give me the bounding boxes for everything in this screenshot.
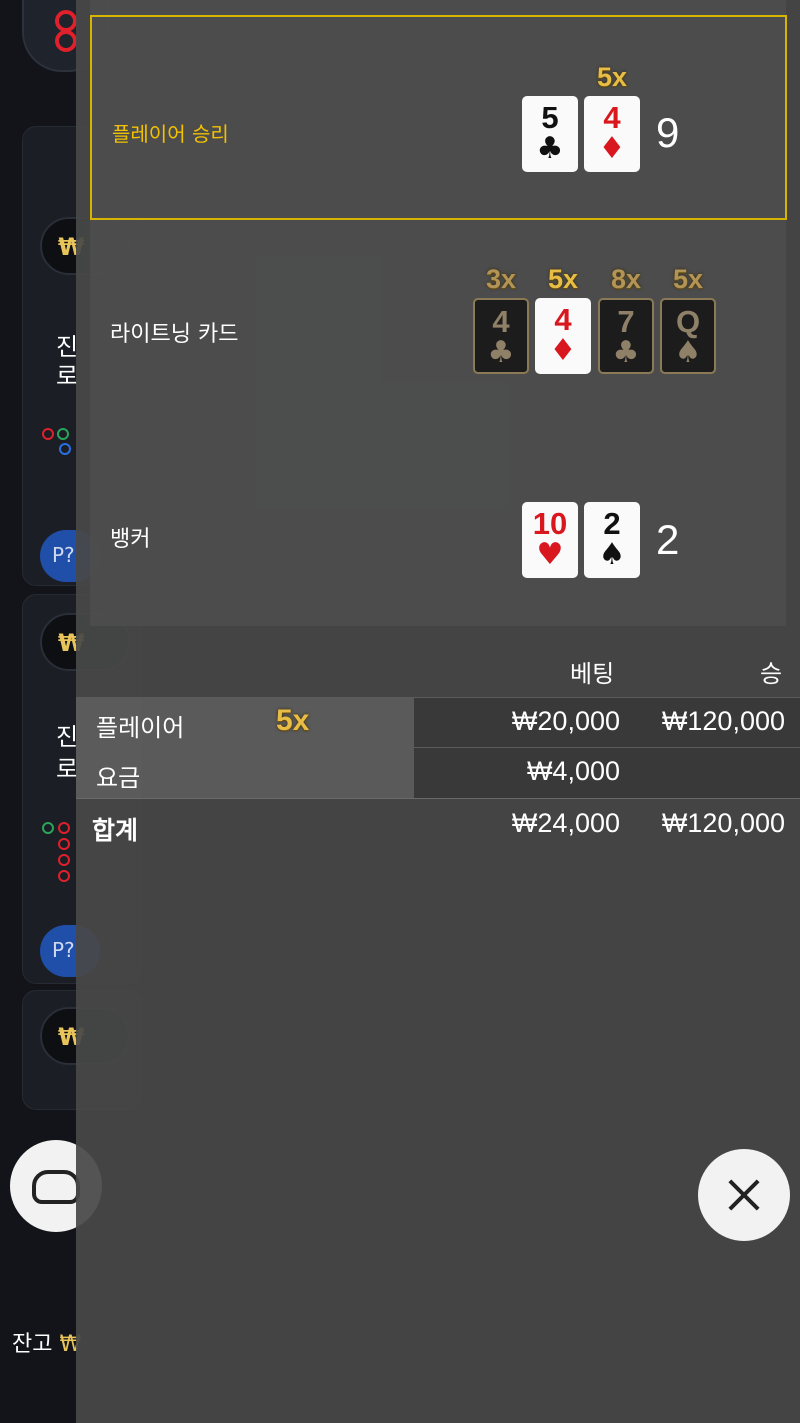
bet-name-cell: 요금 bbox=[76, 748, 414, 798]
road-dot bbox=[57, 428, 69, 440]
card-multiplier: 8x bbox=[610, 264, 642, 294]
close-button[interactable] bbox=[698, 1149, 790, 1241]
club-icon: ♣ bbox=[612, 335, 640, 370]
card-rank: 5 bbox=[541, 100, 559, 135]
road-dot bbox=[58, 822, 70, 834]
balance: 잔고 ₩ bbox=[12, 1326, 81, 1358]
card-multiplier: 5x bbox=[547, 264, 579, 294]
table-row: 요금 ₩4,000 bbox=[76, 747, 800, 798]
club-icon: ♣ bbox=[536, 131, 564, 166]
spade-icon: ♠ bbox=[598, 537, 626, 572]
lightning-cards-label: 라이트닝 카드 bbox=[110, 322, 239, 347]
road-dot bbox=[59, 443, 71, 455]
club-icon: ♣ bbox=[487, 335, 515, 370]
bet-name: 요금 bbox=[96, 764, 141, 792]
road-dot bbox=[42, 428, 54, 440]
card-rank: 2 bbox=[603, 506, 621, 541]
column-header-bet: 베팅 bbox=[570, 660, 615, 688]
lightning-card: Q ♠ bbox=[660, 298, 716, 374]
card-multiplier: 3x bbox=[485, 264, 517, 294]
card-rank: 4 bbox=[603, 100, 621, 135]
road-dot bbox=[58, 854, 70, 866]
lightning-cards-row: 라이트닝 카드 3x 4 ♣ 5x 4 ♦ 8x 7 ♣ 5x Q ♠ bbox=[90, 240, 787, 400]
side-text: 로 bbox=[56, 755, 79, 783]
total-row: 합계 ₩24,000 ₩120,000 bbox=[76, 798, 800, 850]
banker-total: 2 bbox=[656, 516, 680, 563]
heart-icon: ♥ bbox=[536, 537, 564, 572]
card-multiplier: 5x bbox=[672, 264, 704, 294]
card-rank: 7 bbox=[617, 304, 635, 339]
bet-multiplier: 5x bbox=[276, 704, 310, 737]
banker-row: 뱅커 10 ♥ 2 ♠ 2 bbox=[90, 480, 787, 600]
card-rank: 10 bbox=[532, 506, 568, 541]
card-multiplier: 5x bbox=[596, 62, 628, 92]
road-dot bbox=[58, 838, 70, 850]
bets-table-header: 베팅 승 bbox=[76, 640, 800, 696]
total-win: ₩120,000 bbox=[661, 808, 785, 838]
bet-amount: ₩4,000 bbox=[526, 756, 620, 786]
total-bet: ₩24,000 bbox=[511, 808, 620, 838]
card-rank: Q bbox=[675, 304, 701, 339]
bet-name: 플레이어 bbox=[96, 714, 185, 742]
side-text: 로 bbox=[56, 362, 79, 390]
player-win-row: 플레이어 승리 5 ♣ 5x 4 ♦ 9 bbox=[90, 15, 787, 220]
road-dot bbox=[58, 870, 70, 882]
banker-label: 뱅커 bbox=[110, 527, 151, 552]
lightning-card: 4 ♦ bbox=[535, 298, 591, 374]
card-rank: 4 bbox=[554, 302, 572, 337]
table-row: 플레이어 5x ₩20,000 ₩120,000 bbox=[76, 697, 800, 748]
playing-card: 4 ♦ bbox=[584, 96, 640, 172]
lightning-card: 7 ♣ bbox=[598, 298, 654, 374]
bet-name-cell: 플레이어 5x bbox=[76, 698, 414, 748]
player-total: 9 bbox=[656, 109, 680, 156]
player-win-label: 플레이어 승리 bbox=[112, 122, 229, 146]
playing-card: 2 ♠ bbox=[584, 502, 640, 578]
spade-icon: ♠ bbox=[674, 335, 702, 370]
lightning-card: 4 ♣ bbox=[473, 298, 529, 374]
road-dot bbox=[42, 822, 54, 834]
table-icon bbox=[32, 1170, 80, 1204]
card-rank: 4 bbox=[492, 304, 510, 339]
diamond-icon: ♦ bbox=[549, 333, 577, 368]
total-label: 합계 bbox=[92, 816, 139, 845]
balance-label: 잔고 bbox=[12, 1332, 53, 1357]
column-header-win: 승 bbox=[760, 660, 783, 688]
win-amount: ₩120,000 bbox=[661, 706, 785, 736]
diamond-icon: ♦ bbox=[598, 131, 626, 166]
bet-amount: ₩20,000 bbox=[511, 706, 620, 736]
playing-card: 5 ♣ bbox=[522, 96, 578, 172]
playing-card: 10 ♥ bbox=[522, 502, 578, 578]
